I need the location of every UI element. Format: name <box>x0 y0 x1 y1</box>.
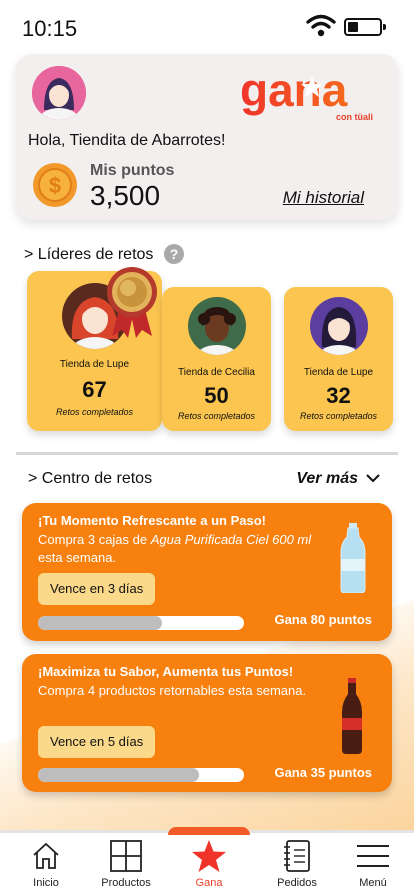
leader-card[interactable]: Tienda de Lupe 32 Retos completados <box>284 287 393 431</box>
star-icon <box>192 840 226 872</box>
nav-label: Menú <box>359 877 387 889</box>
svg-text:$: $ <box>49 173 61 198</box>
water-bottle-icon <box>340 523 366 593</box>
leader-avatar <box>309 297 368 355</box>
status-time: 10:15 <box>22 16 78 41</box>
progress-fill <box>38 616 162 630</box>
points-label: Mis puntos <box>90 162 175 179</box>
expiry-badge[interactable]: Vence en 5 días <box>38 726 156 758</box>
coin-icon: $ <box>33 163 77 207</box>
expiry-badge[interactable]: Vence en 3 días <box>38 573 156 605</box>
nav-label: Pedidos <box>277 877 317 889</box>
reward-text: Gana 80 puntos <box>274 612 372 627</box>
nav-item-inicio[interactable]: Inicio <box>11 839 81 889</box>
progress-bar <box>38 768 244 782</box>
soda-bottle-icon <box>342 678 362 754</box>
leader-subtitle: Retos completados <box>299 411 378 421</box>
reward-text: Gana 35 puntos <box>274 765 372 780</box>
challenge-card[interactable]: ¡Maximiza tu Sabor, Aumenta tus Puntos! … <box>22 654 392 792</box>
leader-subtitle: Retos completados <box>55 407 134 417</box>
medal-icon <box>107 267 157 338</box>
home-icon <box>33 842 59 869</box>
challenge-card[interactable]: ¡Tu Momento Refrescante a un Paso! Compr… <box>22 503 392 641</box>
points-value: 3,500 <box>90 180 161 211</box>
nav-label: Gana <box>195 877 223 889</box>
nav-label: Inicio <box>33 877 59 889</box>
greeting-text: Hola, Tiendita de Abarrotes! <box>28 132 226 149</box>
active-tab-indicator <box>168 827 250 835</box>
status-bar: 10:15 <box>0 0 414 52</box>
leaders-title[interactable]: > Líderes de retos <box>24 246 153 264</box>
brand-tagline: con tüali <box>336 112 373 122</box>
challenge-description: Compra 4 productos retornables esta sema… <box>38 683 307 698</box>
avatar[interactable] <box>32 66 86 120</box>
progress-fill <box>38 768 199 782</box>
challenge-title: ¡Maximiza tu Sabor, Aumenta tus Puntos! <box>38 664 294 679</box>
nav-item-pedidos[interactable]: Pedidos <box>262 839 332 889</box>
wifi-icon <box>306 14 336 37</box>
help-icon[interactable]: ? <box>164 244 184 264</box>
challenge-title: ¡Tu Momento Refrescante a un Paso! <box>38 513 267 528</box>
brand-name: gana <box>240 66 348 116</box>
leader-score: 67 <box>82 377 107 402</box>
leader-subtitle: Retos completados <box>177 411 256 421</box>
notebook-icon <box>284 840 310 872</box>
menu-icon <box>357 845 389 867</box>
profile-card: gana con tüali Hola, Tiendita de Abarrot… <box>16 54 398 220</box>
history-link[interactable]: Mi historial <box>283 188 364 208</box>
battery-icon <box>344 18 386 36</box>
brand-logo: gana con tüali <box>240 66 373 122</box>
leader-card[interactable]: Tienda de Cecilia 50 Retos completados <box>162 287 271 431</box>
progress-bar <box>38 616 244 630</box>
nav-item-productos[interactable]: Productos <box>91 839 161 889</box>
leader-score: 32 <box>326 383 351 408</box>
nav-item-menu[interactable]: Menú <box>338 839 408 889</box>
grid-icon <box>110 840 142 872</box>
leader-avatar <box>187 297 246 355</box>
chevron-down-icon[interactable] <box>366 473 380 483</box>
see-more-link[interactable]: Ver más <box>296 470 358 488</box>
leader-name: Tienda de Cecilia <box>178 367 255 378</box>
challenges-title[interactable]: > Centro de retos <box>28 470 152 488</box>
bottom-nav: Inicio Productos Gana Pedidos Menú <box>0 827 414 896</box>
leader-name: Tienda de Lupe <box>303 367 374 378</box>
leader-score: 50 <box>204 383 229 408</box>
nav-label: Productos <box>101 877 151 889</box>
leader-name: Tienda de Lupe <box>59 359 130 370</box>
nav-item-gana[interactable]: Gana <box>174 839 244 889</box>
challenge-description: Compra 3 cajas de Agua Purificada Ciel 6… <box>38 532 312 565</box>
section-divider <box>16 452 398 455</box>
